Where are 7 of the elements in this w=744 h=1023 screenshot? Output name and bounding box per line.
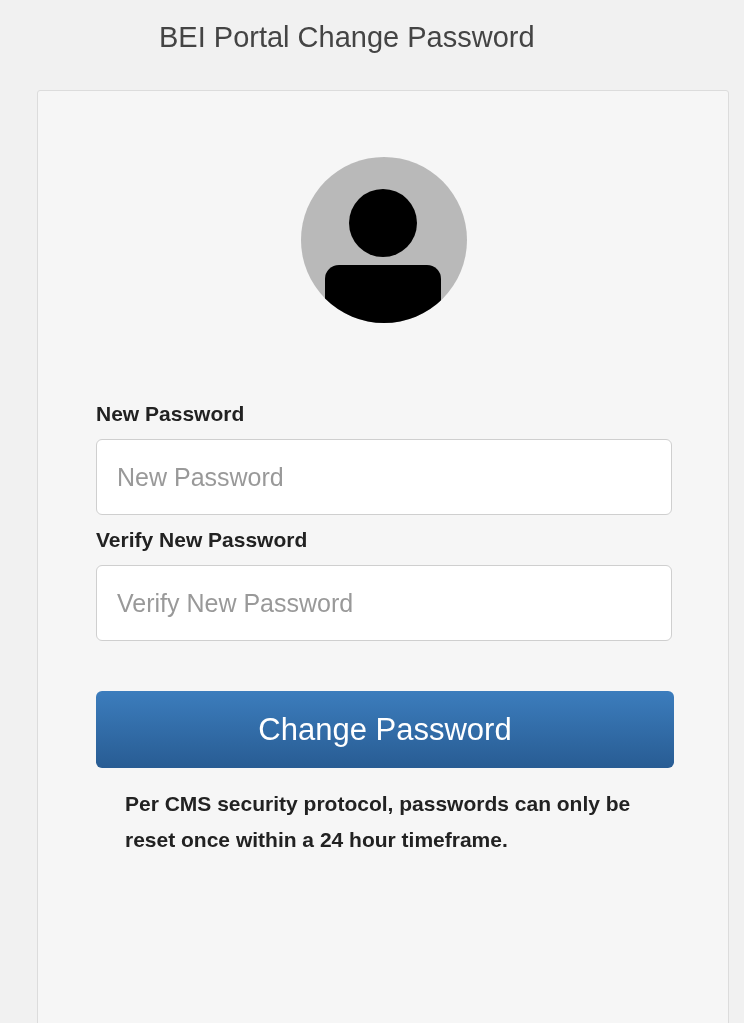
security-note: Per CMS security protocol, passwords can only be reset once within a 24 hour timeframe. <box>125 791 632 853</box>
change-password-button[interactable]: Change Password <box>96 691 674 768</box>
field-label: Verify New Password <box>96 527 308 553</box>
field-label: New Password <box>96 401 245 427</box>
password-field[interactable]: New Password <box>96 439 672 515</box>
page-title: BEI Portal Change Password <box>159 20 535 55</box>
password-field[interactable]: Verify New Password <box>96 565 672 641</box>
